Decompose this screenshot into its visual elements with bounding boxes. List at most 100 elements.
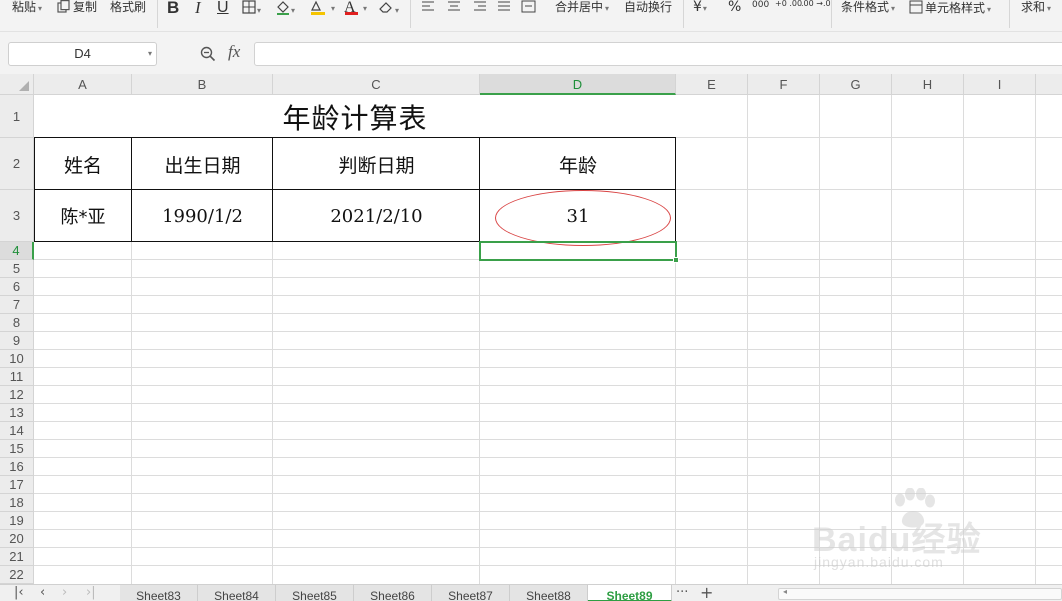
- sheet-tab[interactable]: Sheet84: [198, 585, 276, 601]
- column-header-b[interactable]: B: [132, 74, 273, 95]
- column-header-j[interactable]: [1036, 74, 1062, 95]
- percent-button[interactable]: %: [728, 0, 741, 16]
- border-button[interactable]: ▾: [242, 0, 261, 16]
- ribbon-toolbar: 粘贴 ▾ 复制 格式刷 B I U ▾ ▾ ▾ A ▾ ▾ 合并居中 ▾ 自动换行 …: [0, 0, 1062, 32]
- add-sheet-button[interactable]: +: [700, 585, 713, 601]
- column-header-a[interactable]: A: [34, 74, 132, 95]
- table-title[interactable]: 年龄计算表: [34, 95, 676, 138]
- header-birth-date[interactable]: 出生日期: [132, 138, 273, 190]
- row-header-14[interactable]: 14: [0, 422, 34, 440]
- merge-center-button[interactable]: 合并居中 ▾: [555, 0, 609, 16]
- active-cell-selection[interactable]: [479, 241, 677, 261]
- sheet-tab[interactable]: Sheet85: [276, 585, 354, 601]
- wrap-text-button[interactable]: 自动换行: [624, 0, 672, 16]
- font-color-button[interactable]: A: [344, 0, 362, 16]
- currency-button[interactable]: ¥▾: [693, 0, 707, 16]
- table-border: [131, 137, 132, 242]
- table-border: [479, 137, 480, 242]
- cell-judge-date[interactable]: 2021/2/10: [273, 190, 480, 242]
- sheet-tab[interactable]: Sheet88: [510, 585, 588, 601]
- row-header-15[interactable]: 15: [0, 440, 34, 458]
- sheet-tab[interactable]: Sheet87: [432, 585, 510, 601]
- zoom-icon[interactable]: [200, 46, 216, 62]
- conditional-format-button[interactable]: 条件格式 ▾: [841, 0, 895, 16]
- merge-center-label: 合并居中: [555, 0, 604, 14]
- row-header-10[interactable]: 10: [0, 350, 34, 368]
- row-header-13[interactable]: 13: [0, 404, 34, 422]
- cell-birth-date[interactable]: 1990/1/2: [132, 190, 273, 242]
- fill-handle[interactable]: [673, 257, 679, 263]
- row-header-20[interactable]: 20: [0, 530, 34, 548]
- column-header-f[interactable]: F: [748, 74, 820, 95]
- prev-sheet-icon[interactable]: ‹: [40, 585, 45, 601]
- cell-name[interactable]: 陈*亚: [34, 190, 132, 242]
- row-header-6[interactable]: 6: [0, 278, 34, 296]
- conditional-format-label: 条件格式: [841, 0, 890, 14]
- column-header-h[interactable]: H: [892, 74, 964, 95]
- row-header-12[interactable]: 12: [0, 386, 34, 404]
- align-center-button[interactable]: [447, 0, 461, 16]
- row-header-18[interactable]: 18: [0, 494, 34, 512]
- eraser-icon: [379, 2, 392, 13]
- row-header-17[interactable]: 17: [0, 476, 34, 494]
- cell-style-button[interactable]: 单元格样式 ▾: [909, 0, 991, 16]
- align-right-button[interactable]: [473, 0, 487, 16]
- increase-decimal-button[interactable]: +0 .00: [775, 0, 802, 16]
- row-header-2[interactable]: 2: [0, 138, 34, 190]
- column-header-d[interactable]: D: [480, 74, 676, 95]
- decrease-decimal-button[interactable]: .00 →.0: [801, 0, 831, 16]
- row-header-5[interactable]: 5: [0, 260, 34, 278]
- italic-button[interactable]: I: [195, 0, 201, 16]
- fill-color-button[interactable]: [309, 0, 331, 16]
- header-judge-date[interactable]: 判断日期: [273, 138, 480, 190]
- row-header-21[interactable]: 21: [0, 548, 34, 566]
- last-sheet-icon[interactable]: ›|: [86, 585, 96, 601]
- sheet-tab[interactable]: Sheet83: [120, 585, 198, 601]
- row-header-22[interactable]: 22: [0, 566, 34, 584]
- clear-format-button[interactable]: ▾: [378, 0, 399, 16]
- bold-button[interactable]: B: [167, 0, 179, 16]
- copy-button[interactable]: 复制: [57, 0, 97, 16]
- align-left-button[interactable]: [421, 0, 435, 16]
- header-name[interactable]: 姓名: [34, 138, 132, 190]
- cell-fill-button[interactable]: ▾: [275, 0, 295, 16]
- sheet-tab-active[interactable]: Sheet89: [588, 585, 672, 601]
- row-header-3[interactable]: 3: [0, 190, 34, 242]
- formula-input[interactable]: [254, 42, 1062, 66]
- column-header-e[interactable]: E: [676, 74, 748, 95]
- column-header-c[interactable]: C: [273, 74, 480, 95]
- row-header-4[interactable]: 4: [0, 242, 34, 260]
- column-header-i[interactable]: I: [964, 74, 1036, 95]
- name-box-dropdown-icon[interactable]: ▾: [148, 43, 152, 65]
- horizontal-scrollbar[interactable]: ◂: [778, 587, 1062, 600]
- next-sheet-icon[interactable]: ›: [62, 585, 67, 601]
- format-painter-label: 格式刷: [110, 0, 147, 14]
- thousands-separator-button[interactable]: 000: [752, 0, 769, 16]
- fx-icon[interactable]: fx: [228, 42, 240, 62]
- paste-button[interactable]: 粘贴 ▾: [12, 0, 42, 16]
- font-color-swatch: [345, 12, 358, 15]
- row-header-19[interactable]: 19: [0, 512, 34, 530]
- header-age[interactable]: 年龄: [480, 138, 676, 190]
- cell-style-icon: [909, 0, 923, 14]
- table-border: [675, 137, 676, 242]
- select-all-corner[interactable]: [0, 74, 34, 95]
- first-sheet-icon[interactable]: |‹: [14, 585, 24, 601]
- row-header-8[interactable]: 8: [0, 314, 34, 332]
- name-box[interactable]: D4 ▾: [8, 42, 157, 66]
- scroll-left-icon[interactable]: ◂: [783, 587, 787, 596]
- table-border: [34, 137, 35, 242]
- row-header-9[interactable]: 9: [0, 332, 34, 350]
- justify-button[interactable]: [497, 0, 511, 16]
- more-sheets-button[interactable]: ···: [676, 585, 688, 601]
- row-header-7[interactable]: 7: [0, 296, 34, 314]
- sheet-tab[interactable]: Sheet86: [354, 585, 432, 601]
- row-header-11[interactable]: 11: [0, 368, 34, 386]
- row-header-16[interactable]: 16: [0, 458, 34, 476]
- distributed-button[interactable]: [521, 0, 537, 16]
- underline-button[interactable]: U: [217, 0, 229, 16]
- sum-button[interactable]: 求和 ▾: [1021, 0, 1051, 16]
- column-header-g[interactable]: G: [820, 74, 892, 95]
- row-header-1[interactable]: 1: [0, 95, 34, 138]
- format-painter-button[interactable]: 格式刷: [110, 0, 146, 16]
